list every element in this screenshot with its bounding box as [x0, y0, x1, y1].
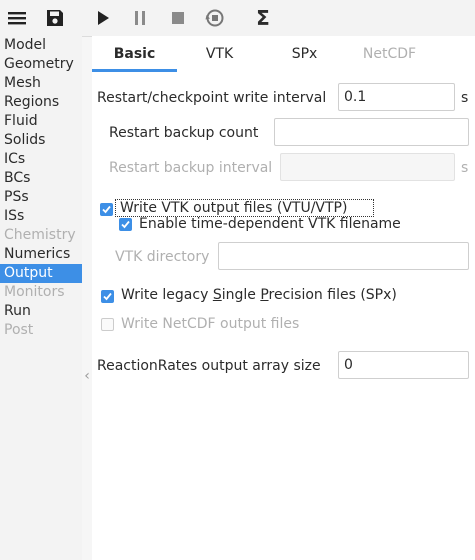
sidebar-item-numerics[interactable]: Numerics	[0, 245, 82, 264]
sidebar-item-monitors: Monitors	[4, 284, 65, 300]
restart-backup-interval-input	[280, 153, 455, 181]
restart-backup-count-input[interactable]	[274, 118, 469, 146]
reaction-rates-input[interactable]: 0	[338, 351, 469, 379]
write-spx-mnemonic-s: S	[212, 287, 222, 303]
sidebar: Model Geometry Mesh Regions Fluid Solids…	[0, 36, 82, 560]
write-spx-label-part3: recision files (SPx)	[268, 287, 397, 303]
sidebar-item-solids[interactable]: Solids	[0, 131, 82, 150]
time-dependent-vtk-checkbox[interactable]	[119, 218, 132, 231]
vtk-directory-input[interactable]	[218, 242, 469, 270]
tab-netcdf: NetCDF	[362, 46, 417, 62]
toolbar: Σ	[0, 0, 475, 37]
tab-basic[interactable]: Basic	[92, 46, 177, 62]
sidebar-item-mesh[interactable]: Mesh	[0, 74, 82, 93]
sidebar-item-pss[interactable]: PSs	[0, 188, 82, 207]
write-spx-mnemonic-p: P	[260, 287, 269, 303]
active-tab-indicator	[92, 69, 177, 72]
sidebar-item-ics[interactable]: ICs	[0, 150, 82, 169]
play-icon[interactable]	[89, 4, 117, 32]
sidebar-item-fluid[interactable]: Fluid	[0, 112, 82, 131]
write-spx-label-part1: Write legacy	[121, 287, 213, 303]
reset-icon[interactable]	[201, 4, 229, 32]
write-netcdf-checkbox	[101, 318, 114, 331]
sidebar-item-regions[interactable]: Regions	[0, 93, 82, 112]
sidebar-item-run[interactable]: Run	[0, 302, 82, 321]
sidebar-item-iss[interactable]: ISs	[0, 207, 82, 226]
tab-vtk[interactable]: VTK	[177, 46, 262, 62]
write-spx-label-part2: ingle	[221, 287, 261, 303]
restart-backup-interval-unit: s	[461, 160, 469, 176]
checkmark-icon	[102, 205, 111, 214]
restart-backup-count-label: Restart backup count	[109, 125, 259, 141]
sidebar-item-model[interactable]: Model	[0, 36, 82, 55]
sidebar-item-post: Post	[4, 322, 34, 338]
sigma-icon[interactable]: Σ	[249, 4, 277, 32]
time-dependent-vtk-label[interactable]: Enable time-dependent VTK filename	[139, 216, 401, 232]
sidebar-item-bcs[interactable]: BCs	[0, 169, 82, 188]
checkmark-icon	[103, 292, 112, 301]
checkmark-icon	[121, 220, 130, 229]
pause-icon[interactable]	[126, 4, 154, 32]
save-icon[interactable]	[41, 4, 69, 32]
restart-interval-label: Restart/checkpoint write interval	[97, 90, 327, 106]
write-netcdf-label: Write NetCDF output files	[121, 316, 300, 332]
sidebar-item-chemistry: Chemistry	[4, 227, 76, 243]
tab-spx[interactable]: SPx	[262, 46, 347, 62]
restart-backup-interval-label: Restart backup interval	[109, 160, 273, 176]
sidebar-item-geometry[interactable]: Geometry	[0, 55, 82, 74]
reaction-rates-label: ReactionRates output array size	[97, 358, 321, 374]
write-vtk-checkbox[interactable]	[100, 203, 113, 216]
menu-icon[interactable]	[3, 4, 31, 32]
restart-interval-unit: s	[461, 90, 469, 106]
sidebar-item-output[interactable]: Output	[0, 264, 82, 283]
stop-icon[interactable]	[164, 4, 192, 32]
tab-bar: Basic VTK SPx NetCDF	[92, 36, 475, 72]
vtk-directory-label: VTK directory	[115, 249, 210, 265]
write-spx-checkbox[interactable]	[101, 290, 114, 303]
collapse-sidebar-chevron-icon[interactable]: ‹	[82, 366, 92, 386]
restart-interval-input[interactable]: 0.1	[338, 83, 455, 111]
write-vtk-label[interactable]: Write VTK output files (VTU/VTP)	[120, 200, 347, 216]
write-spx-label[interactable]: Write legacy Single Precision files (SPx…	[121, 287, 397, 303]
